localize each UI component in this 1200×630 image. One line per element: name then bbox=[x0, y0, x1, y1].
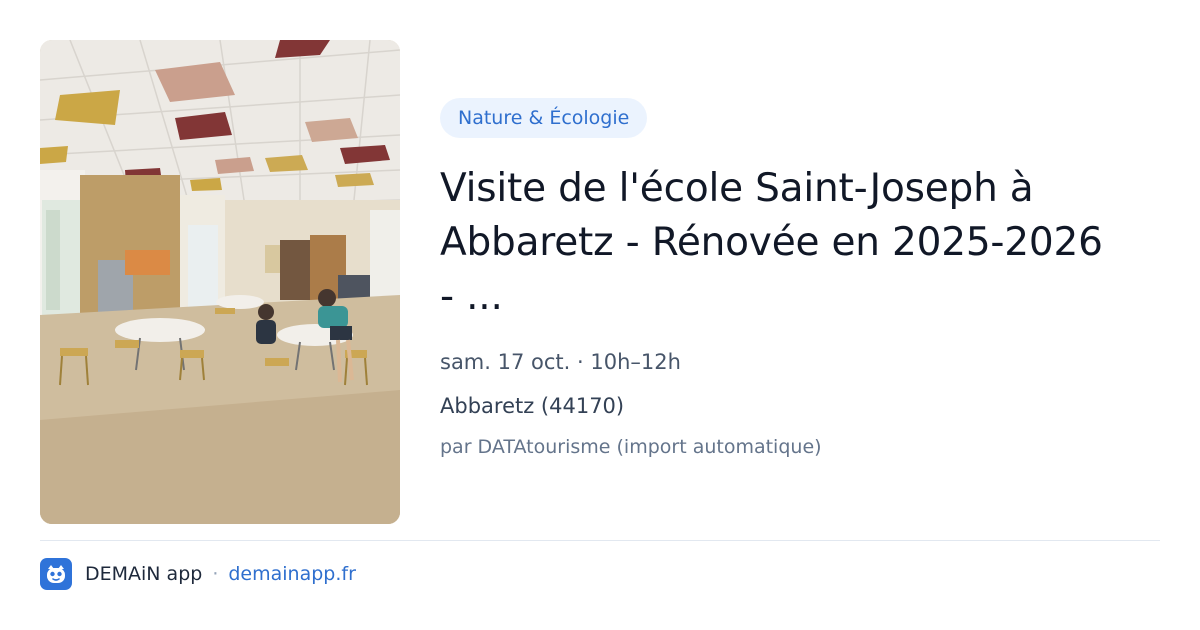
event-title[interactable]: Visite de l'école Saint-Joseph à Abbaret… bbox=[440, 162, 1160, 324]
event-title-line: Abbaretz - Rénovée en 2025-2026 bbox=[440, 220, 1103, 265]
demain-logo-icon bbox=[40, 558, 72, 590]
footer-divider bbox=[40, 540, 1160, 541]
app-name: DEMAiN app bbox=[85, 563, 203, 585]
category-tag[interactable]: Nature & Écologie bbox=[440, 98, 648, 138]
event-title-line: Visite de l'école Saint-Joseph à bbox=[440, 166, 1034, 211]
event-title-line: - ... bbox=[440, 274, 503, 319]
event-date-time: sam. 17 oct. · 10h–12h bbox=[440, 350, 681, 374]
app-domain-link[interactable]: demainapp.fr bbox=[228, 563, 356, 585]
event-location: Abbaretz (44170) bbox=[440, 394, 625, 418]
event-details: Nature & Écologie Visite de l'école Sain… bbox=[440, 98, 1160, 460]
footer: DEMAiN app · demainapp.fr bbox=[40, 558, 356, 590]
event-author: par DATAtourisme (import automatique) bbox=[440, 436, 822, 458]
event-preview-card[interactable]: Nature & Écologie Visite de l'école Sain… bbox=[0, 0, 1200, 630]
footer-separator: · bbox=[212, 563, 219, 585]
event-photo bbox=[40, 40, 400, 524]
